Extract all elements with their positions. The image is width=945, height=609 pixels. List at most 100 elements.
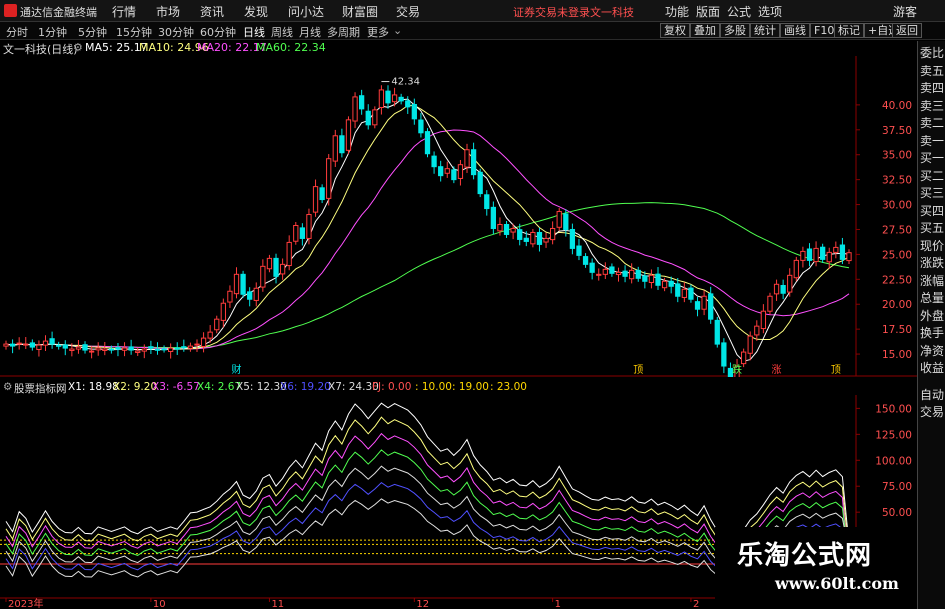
signal-marker-label: 顶 — [831, 364, 841, 376]
indicator-tick-label: 75.00 — [882, 481, 912, 493]
quote-field-label: 买五 — [920, 221, 945, 235]
menu-options[interactable]: 选项 — [758, 3, 782, 20]
x4-label: X4: 2.67 — [197, 381, 242, 393]
period-weekly[interactable]: 周线 — [271, 24, 293, 40]
candle-body — [102, 348, 108, 351]
candle-body — [411, 103, 417, 120]
candle-body — [694, 301, 701, 310]
candle-body — [701, 295, 707, 310]
quote-field-label: 买三 — [920, 186, 945, 200]
candle-body — [503, 223, 510, 235]
price-tick-label: 32.50 — [882, 175, 912, 187]
date-tick-label: 10 — [153, 599, 166, 609]
indicator-gear-icon[interactable]: ⚙ — [3, 381, 12, 393]
candle-body — [359, 95, 365, 110]
candle-body — [813, 247, 819, 263]
period-toolbar: 分时 1分钟 5分钟 15分钟 30分钟 60分钟 日线 周线 月线 多周期 更… — [0, 22, 945, 40]
menu-assistant[interactable]: 问小达 — [288, 3, 324, 20]
menu-layout[interactable]: 版面 — [696, 3, 720, 20]
period-60min[interactable]: 60分钟 — [200, 24, 236, 40]
back-button[interactable]: 返回 — [892, 23, 922, 38]
auto-trade-label[interactable]: 交易 — [920, 403, 944, 420]
candle-body — [56, 344, 62, 347]
period-more[interactable]: 更多 — [367, 24, 389, 40]
candle-body — [385, 90, 391, 104]
candle-body — [299, 227, 306, 239]
auto-trade-label[interactable]: 自动 — [920, 386, 944, 403]
statistics-button[interactable]: 统计 — [750, 23, 780, 38]
candle-body — [128, 346, 134, 351]
candle-body — [773, 283, 780, 295]
mark-button[interactable]: 标记 — [834, 23, 864, 38]
menu-quotes[interactable]: 行情 — [112, 3, 136, 20]
quote-field-label: 卖一 — [920, 133, 945, 148]
candle-body — [372, 109, 378, 126]
period-5min[interactable]: 5分钟 — [78, 24, 107, 40]
app-logo-icon — [4, 4, 17, 17]
high-price-label: 42.34 — [391, 77, 420, 88]
menu-trade[interactable]: 交易 — [396, 3, 420, 20]
candle-body — [240, 273, 246, 295]
period-intraday[interactable]: 分时 — [6, 24, 28, 40]
candle-body — [405, 100, 411, 108]
candle-body — [168, 347, 174, 352]
menu-market[interactable]: 市场 — [156, 3, 180, 20]
candle-body — [523, 237, 529, 242]
candle-body — [36, 344, 42, 350]
candle-body — [846, 252, 852, 262]
x2-label: X2: 9.20 — [113, 381, 158, 393]
candle-body — [62, 344, 68, 349]
candle-body — [582, 256, 589, 265]
menu-functions[interactable]: 功能 — [665, 3, 689, 20]
adjust-button[interactable]: 复权 — [660, 23, 690, 38]
candle-body — [424, 131, 431, 155]
watermark-title: 乐淘公式网 — [737, 541, 873, 571]
x6-label: X6: 19.20 — [280, 381, 331, 393]
candle-body — [233, 273, 240, 295]
guest-label[interactable]: 游客 — [893, 3, 917, 20]
candle-body — [181, 346, 187, 349]
candle-body — [543, 237, 549, 243]
candle-body — [42, 340, 49, 346]
candle-body — [326, 158, 332, 199]
menu-news[interactable]: 资讯 — [200, 3, 224, 20]
candle-body — [497, 223, 503, 232]
multi-stock-button[interactable]: 多股 — [720, 23, 750, 38]
candle-body — [279, 263, 286, 275]
quote-field-label: 买二 — [920, 168, 945, 183]
candle-body — [200, 337, 207, 347]
price-tick-label: 27.50 — [882, 224, 912, 236]
period-30min[interactable]: 30分钟 — [158, 24, 194, 40]
period-15min[interactable]: 15分钟 — [116, 24, 152, 40]
period-daily[interactable]: 日线 — [243, 24, 265, 40]
indicator-name: 股票指标网 — [14, 383, 67, 395]
period-monthly[interactable]: 月线 — [299, 24, 321, 40]
quote-field-label: 总量 — [920, 291, 945, 305]
price-tick-label: 22.50 — [882, 274, 912, 286]
draw-line-button[interactable]: 画线 — [780, 23, 810, 38]
chevron-down-icon[interactable]: ⌄ — [393, 24, 402, 37]
candle-body — [247, 291, 253, 300]
candle-body — [352, 96, 358, 122]
candle-body — [661, 280, 668, 289]
candle-body — [484, 194, 490, 210]
candle-body — [800, 250, 806, 261]
menu-discover[interactable]: 发现 — [244, 3, 268, 20]
indicator-series-line — [5, 402, 850, 547]
candle-body — [148, 346, 154, 349]
watermark: 乐淘公式网 www.60lt.com — [715, 527, 917, 601]
candle-body — [589, 262, 595, 273]
menu-wealth[interactable]: 财富圈 — [342, 3, 378, 20]
candle-body — [615, 271, 622, 276]
overlay-button[interactable]: 叠加 — [690, 23, 720, 38]
period-1min[interactable]: 1分钟 — [38, 24, 67, 40]
candle-body — [273, 257, 279, 277]
candle-body — [174, 347, 180, 350]
login-status[interactable]: 证券交易未登录 — [513, 4, 590, 20]
candle-body — [642, 275, 648, 282]
period-multi[interactable]: 多周期 — [327, 24, 360, 40]
kline-chart[interactable]: 15.00 17.50 20.00 22.50 25.00 27.50 30.00 32.50… — [0, 41, 917, 377]
date-tick-label: 2 — [693, 599, 699, 609]
candle-body — [154, 348, 161, 351]
menu-formula[interactable]: 公式 — [727, 3, 751, 20]
